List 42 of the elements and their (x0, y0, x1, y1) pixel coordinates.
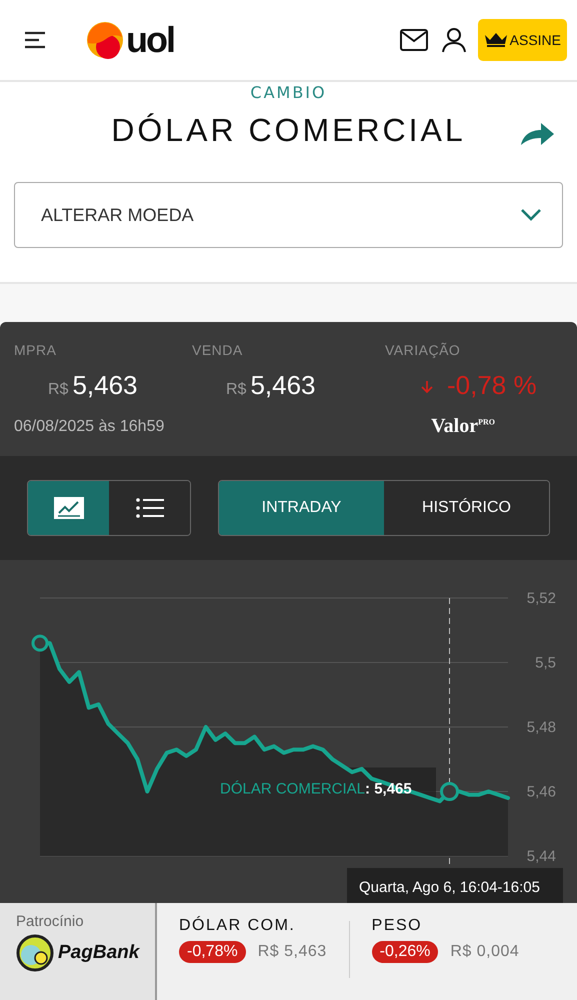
y-axis-label: 5,44 (526, 848, 556, 865)
source-logo: Valor$^{PRO}$ (431, 415, 495, 438)
sponsor-label: Patrocínio (16, 913, 85, 930)
y-axis-label: 5,52 (526, 590, 556, 607)
quote-value: 5,463 (72, 370, 138, 401)
list-icon (134, 497, 164, 519)
start-marker (32, 634, 48, 652)
currency-dropdown[interactable]: ALTERAR MOEDA (14, 182, 563, 248)
ticker-name: PESO (372, 917, 424, 935)
logo[interactable]: uol (86, 21, 174, 59)
quote-label: VARIAÇÃO (385, 342, 462, 358)
mail-icon[interactable] (400, 29, 428, 51)
period-tab[interactable]: INTRADAY (219, 481, 384, 535)
quote-value: 5,463 (250, 370, 316, 401)
y-axis-label: 5,46 (526, 784, 556, 800)
crosshair-label: Quarta, Ago 6, 16:04-16:05 (347, 868, 563, 903)
section-label: CAMBIO (249, 84, 328, 102)
ticker-price: R$ 5,463 (258, 943, 327, 961)
update-time: 06/08/2025 às 16h59 (14, 418, 164, 436)
share-icon[interactable] (519, 120, 555, 146)
currency-prefix: R$ (48, 381, 68, 399)
quote-label: VENDA (192, 342, 244, 358)
chart-view-toggle[interactable] (28, 481, 109, 535)
quote-label: MPRA (14, 342, 58, 358)
crown-icon (484, 32, 508, 48)
subscribe-button[interactable]: ASSINE (478, 19, 567, 61)
sponsor-logo[interactable]: PagBank (16, 934, 155, 972)
ticker-name: DÓLAR COM. (179, 917, 296, 935)
change-badge: -0,26% (372, 941, 438, 963)
down-arrow-icon (421, 380, 433, 394)
hover-marker (440, 782, 459, 801)
chevron-down-icon (520, 208, 542, 222)
ticker-price: R$ 0,004 (450, 943, 520, 961)
variation-value: -0,78 % (447, 370, 537, 401)
currency-prefix: R$ (226, 381, 246, 399)
change-badge: -0,78% (179, 941, 246, 963)
chart-icon (54, 497, 84, 519)
y-axis-label: 5,5 (535, 654, 556, 672)
user-icon[interactable] (442, 28, 466, 52)
page-title: DÓLAR COMERCIAL (111, 112, 466, 148)
y-axis-label: 5,48 (526, 719, 556, 736)
menu-icon[interactable] (24, 31, 46, 49)
